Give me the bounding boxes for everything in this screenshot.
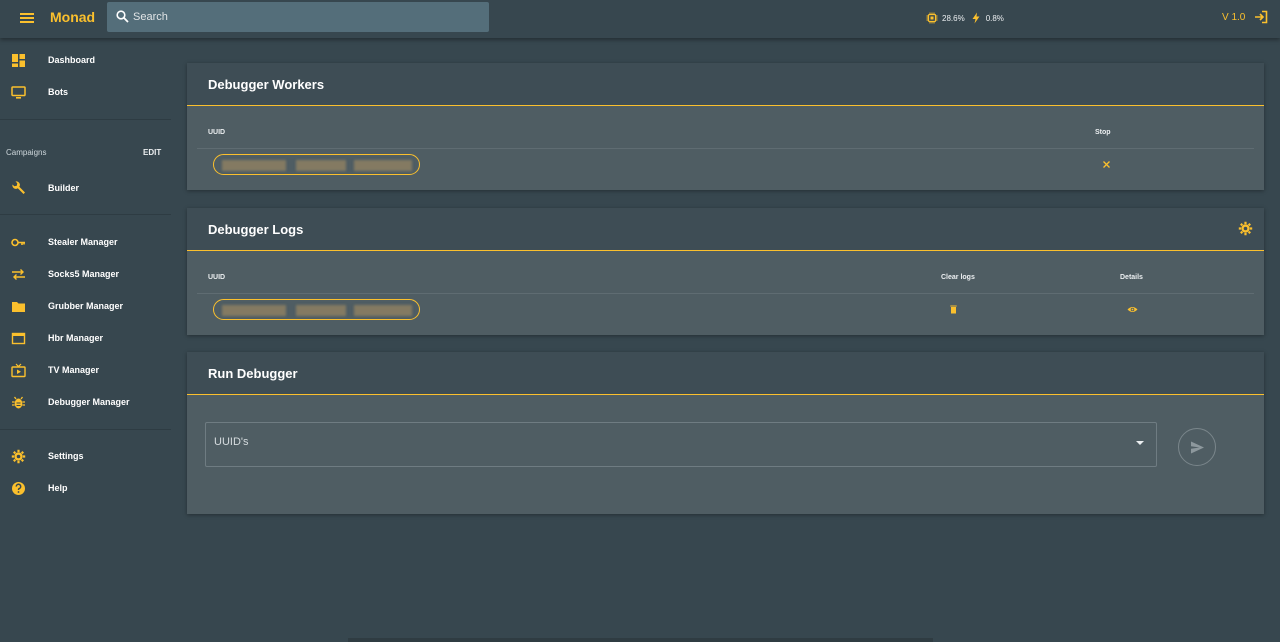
sidebar-item-hbr-manager[interactable]: Hbr Manager xyxy=(0,324,171,352)
sidebar-item-label: TV Manager xyxy=(48,365,100,375)
eye-icon[interactable] xyxy=(1127,304,1138,315)
sidebar-item-dashboard[interactable]: Dashboard xyxy=(0,46,171,74)
card-title: Debugger Workers xyxy=(208,77,325,92)
swap-icon xyxy=(12,269,25,280)
send-button[interactable] xyxy=(1178,428,1216,466)
sidebar-item-label: Dashboard xyxy=(48,55,96,65)
menu-icon[interactable] xyxy=(18,9,36,27)
wrench-icon xyxy=(12,181,25,194)
gear-icon[interactable] xyxy=(1238,221,1253,236)
debugger-logs-card: Debugger Logs UUID Clear logs Details xyxy=(187,208,1264,335)
campaigns-label: Campaigns xyxy=(6,148,47,157)
stop-icon[interactable] xyxy=(1101,159,1112,170)
divider xyxy=(0,119,171,120)
card-header: Run Debugger xyxy=(187,352,1264,395)
card-title: Run Debugger xyxy=(208,366,298,381)
card-header: Debugger Logs xyxy=(187,208,1264,251)
brand-title[interactable]: Monad xyxy=(50,9,95,25)
column-header-uuid: UUID xyxy=(208,129,226,136)
gear-icon xyxy=(11,449,26,464)
sidebar-item-help[interactable]: Help xyxy=(0,474,171,502)
sidebar-item-socks5-manager[interactable]: Socks5 Manager xyxy=(0,260,171,288)
sidebar-item-label: Settings xyxy=(48,451,84,461)
key-icon xyxy=(11,238,25,247)
top-app-bar: Monad 28.6% 0.8% V 1.0 xyxy=(0,0,1280,38)
debugger-workers-card: Debugger Workers UUID Stop xyxy=(187,63,1264,190)
sidebar-item-label: Debugger Manager xyxy=(48,397,130,407)
card-header: Debugger Workers xyxy=(187,63,1264,106)
sidebar-item-debugger-manager[interactable]: Debugger Manager xyxy=(0,388,171,416)
sidebar-item-stealer-manager[interactable]: Stealer Manager xyxy=(0,228,171,256)
search-bar[interactable] xyxy=(107,2,489,32)
search-input[interactable] xyxy=(133,2,483,32)
version-label: V 1.0 xyxy=(1222,12,1246,23)
sidebar-item-label: Stealer Manager xyxy=(48,237,118,247)
divider xyxy=(0,429,171,430)
uuid-select-placeholder: UUID's xyxy=(214,436,249,448)
sidebar-item-label: Builder xyxy=(48,183,80,193)
sidebar-item-label: Bots xyxy=(48,87,68,97)
cpu-usage: 28.6% xyxy=(942,13,965,23)
run-debugger-card: Run Debugger UUID's xyxy=(187,352,1264,514)
card-title: Debugger Logs xyxy=(208,222,304,237)
trash-icon[interactable] xyxy=(948,304,959,315)
sidebar-item-label: Grubber Manager xyxy=(48,301,124,311)
tv-icon xyxy=(11,363,26,378)
power-usage: 0.8% xyxy=(985,13,1004,23)
cpu-icon xyxy=(926,12,938,24)
monitor-icon xyxy=(11,86,26,99)
help-icon xyxy=(12,482,25,495)
search-icon xyxy=(116,10,129,23)
sidebar-item-label: Socks5 Manager xyxy=(48,269,120,279)
uuid-chip[interactable] xyxy=(213,299,420,320)
campaigns-edit-button[interactable]: EDIT xyxy=(143,148,161,157)
uuid-select[interactable]: UUID's xyxy=(205,422,1157,467)
sidebar-item-grubber-manager[interactable]: Grubber Manager xyxy=(0,292,171,320)
sidebar-item-builder[interactable]: Builder xyxy=(0,174,171,202)
system-stats: 28.6% 0.8% xyxy=(926,11,1009,25)
sidebar-item-label: Help xyxy=(48,483,68,493)
uuid-chip[interactable] xyxy=(213,154,420,175)
send-icon xyxy=(1191,441,1204,454)
column-header-details: Details xyxy=(1120,274,1143,281)
table-divider xyxy=(197,293,1254,294)
column-header-clear-logs: Clear logs xyxy=(941,274,975,281)
bug-icon xyxy=(12,396,25,409)
sidebar: Dashboard Bots Campaigns EDIT Builder St… xyxy=(0,38,171,642)
logout-icon[interactable] xyxy=(1254,10,1268,24)
column-header-uuid: UUID xyxy=(208,274,226,281)
window-icon xyxy=(11,332,26,345)
folder-icon xyxy=(12,302,25,312)
column-header-stop: Stop xyxy=(1095,129,1111,136)
sidebar-item-tv-manager[interactable]: TV Manager xyxy=(0,356,171,384)
dashboard-icon xyxy=(12,54,25,67)
sidebar-item-label: Hbr Manager xyxy=(48,333,104,343)
bolt-icon xyxy=(972,12,980,24)
sidebar-item-bots[interactable]: Bots xyxy=(0,78,171,106)
horizontal-scrollbar[interactable] xyxy=(348,638,933,642)
chevron-down-icon xyxy=(1136,441,1144,445)
sidebar-item-settings[interactable]: Settings xyxy=(0,442,171,470)
table-divider xyxy=(197,148,1254,149)
divider xyxy=(0,214,171,215)
